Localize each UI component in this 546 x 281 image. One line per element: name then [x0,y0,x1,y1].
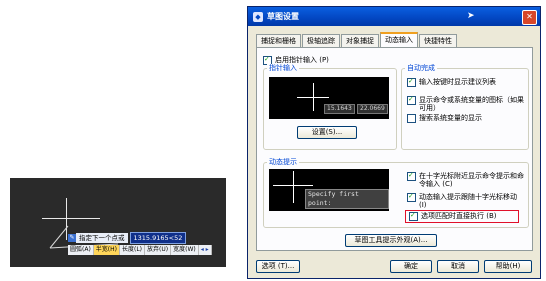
dynamic-input-icon: ✎ [68,233,76,242]
crosshair-vertical [313,83,314,111]
checkbox[interactable] [407,114,416,123]
checkbox-label: 选项匹配时直接执行 (B) [421,212,497,220]
option-undo[interactable]: 放弃(U) [145,245,172,255]
crosshair-vertical [293,171,294,203]
pointer-preview: 15.1643 22.0669 [269,77,389,119]
tab-snap-grid[interactable]: 捕捉和栅格 [256,34,301,47]
options-button[interactable]: 选项 (T)... [256,260,300,273]
group-title: 指针输入 [267,64,299,72]
prompt-preview: Specify first point: [269,169,389,211]
tab-dynamic-input[interactable]: 动态输入 [380,32,418,48]
execute-on-match-checkbox[interactable]: 选项匹配时直接执行 (B) [409,211,517,221]
checkbox-label: 启用指针输入 (P) [275,56,329,64]
tab-quick-properties[interactable]: 快捷特性 [419,34,457,47]
dialog-title: 草图设置 [267,12,299,21]
checkbox[interactable] [409,211,418,221]
option-length[interactable]: 长度(L) [120,245,146,255]
suggestion-list-checkbox[interactable]: 输入按键时显示建议列表 [407,77,525,87]
show-prompts-near-crosshair-checkbox[interactable]: 在十字光标附近显示命令提示和命令输入 (C) [407,171,525,188]
checkbox-label: 搜索系统变量的显示 [419,114,482,122]
tab-polar-tracking[interactable]: 极轴追踪 [302,34,340,47]
scroll-arrows-icon[interactable]: ◂ ▸ [199,245,212,255]
search-sysvar-checkbox[interactable]: 搜索系统变量的显示 [407,114,525,123]
checkbox-label: 在十字光标附近显示命令提示和命令输入 (C) [419,172,524,188]
command-prompt: ✎ 指定下一个点或 1315.9165<52 [68,231,187,244]
checkbox-label: 动态输入提示跟随十字光标移动 (I) [419,193,517,209]
prompt-text: 指定下一个点或 [76,232,128,243]
tooltip-appearance-button[interactable]: 草图工具提示外观(A)... [345,234,437,247]
tab-object-snap[interactable]: 对象捕捉 [341,34,379,47]
checkbox-label: 输入按键时显示建议列表 [419,78,496,86]
app-icon: ◆ [253,11,263,22]
mouse-cursor-icon: ➤ [467,11,475,21]
option-halfwidth[interactable]: 半宽(H) [93,245,120,255]
tab-strip: 捕捉和栅格 极轴追踪 对象捕捉 动态输入 快捷特性 [256,32,458,48]
tab-panel: 启用指针输入 (P) 指针输入 15.1643 22.0669 设置(S)...… [256,47,533,251]
prompts-follow-crosshair-checkbox[interactable]: 动态输入提示跟随十字光标移动 (I) [407,192,525,209]
option-width[interactable]: 宽度(W) [171,245,199,255]
cancel-button[interactable]: 取消 [437,260,479,273]
option-arc[interactable]: 圆弧(A) [68,245,94,255]
coord-x-field: 15.1643 [324,104,355,114]
checkbox[interactable] [407,192,416,202]
checkbox[interactable] [407,95,416,105]
checkbox[interactable] [407,77,416,87]
drafting-settings-dialog: ◆ 草图设置 ✕ ➤ 捕捉和栅格 极轴追踪 对象捕捉 动态输入 快捷特性 启用指… [247,6,541,279]
close-icon[interactable]: ✕ [522,10,537,25]
prompt-tooltip: Specify first point: [305,189,389,209]
help-button[interactable]: 帮助(H) [484,260,532,273]
cad-viewport[interactable]: ✎ 指定下一个点或 1315.9165<52 圆弧(A) 半宽(H) 长度(L)… [10,178,226,267]
group-title: 动态提示 [267,158,299,166]
checkbox-label: 显示命令或系统变量的图标（如果可用） [419,96,524,112]
coord-y-field: 22.0669 [357,104,388,114]
ok-button[interactable]: 确定 [390,260,432,273]
show-icons-checkbox[interactable]: 显示命令或系统变量的图标（如果可用） [407,95,525,112]
command-options-bar: 圆弧(A) 半宽(H) 长度(L) 放弃(U) 宽度(W) ◂ ▸ [68,245,212,255]
group-title: 自动完成 [405,64,437,72]
pointer-settings-button[interactable]: 设置(S)... [297,126,357,139]
checkbox[interactable] [407,171,416,181]
title-bar[interactable]: ◆ 草图设置 ✕ [248,7,540,26]
coordinate-input[interactable]: 1315.9165<52 [129,231,187,244]
